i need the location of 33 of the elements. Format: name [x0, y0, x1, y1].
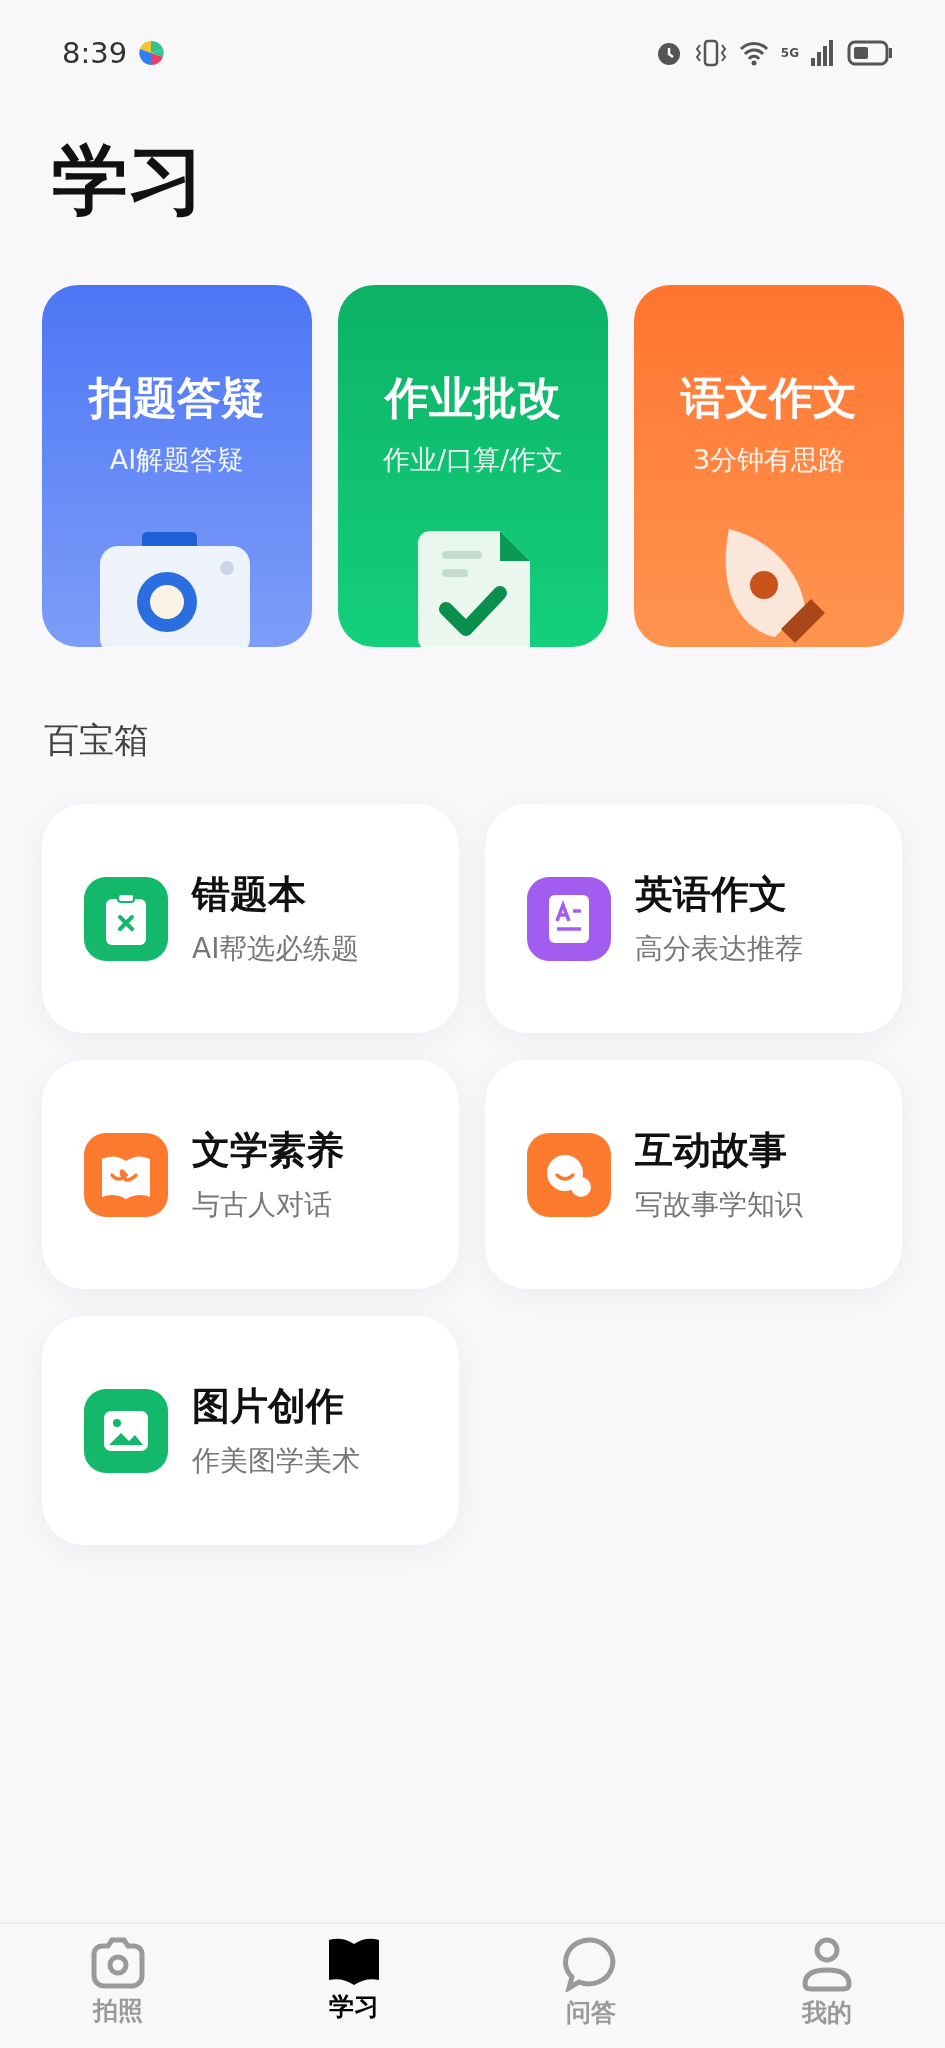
nav-tab[interactable]: 学习	[236, 1924, 473, 2048]
feature-card[interactable]: 拍题答疑 AI解题答疑	[42, 285, 312, 647]
tool-card[interactable]: 错题本 AI帮选必练题	[42, 804, 459, 1033]
tool-title: 错题本	[192, 871, 307, 918]
section-heading: 百宝箱	[44, 719, 150, 762]
feature-subtitle: 作业/口算/作文	[382, 443, 564, 477]
tool-card[interactable]: 图片创作 作美图学美术	[42, 1316, 459, 1545]
network-type: 5G	[780, 45, 799, 60]
tool-subtitle: 写故事学知识	[635, 1187, 803, 1223]
tool-subtitle: 与古人对话	[192, 1187, 333, 1223]
tool-card[interactable]: 互动故事 写故事学知识	[485, 1060, 902, 1289]
tool-title: 英语作文	[635, 871, 788, 918]
feature-title: 语文作文	[681, 371, 857, 425]
vibrate-icon	[694, 38, 727, 67]
feature-subtitle: AI解题答疑	[109, 443, 245, 477]
wifi-icon	[738, 39, 769, 66]
tool-subtitle: AI帮选必练题	[192, 931, 360, 967]
feature-title: 作业批改	[385, 371, 561, 425]
clock-time: 8:39	[62, 35, 128, 70]
tool-title: 互动故事	[635, 1127, 788, 1174]
book-icon	[327, 1936, 382, 1986]
tool-card[interactable]: 文学素养 与古人对话	[42, 1060, 459, 1289]
signal-icon	[811, 39, 835, 66]
tool-subtitle: 高分表达推荐	[635, 931, 803, 967]
battery-icon	[847, 39, 893, 66]
app-logo-icon	[137, 38, 166, 67]
feature-title: 拍题答疑	[89, 371, 265, 425]
tool-title: 文学素养	[192, 1127, 344, 1174]
tool-subtitle: 作美图学美术	[192, 1443, 360, 1479]
feature-subtitle: 3分钟有思路	[692, 443, 846, 477]
tool-title: 图片创作	[192, 1383, 345, 1430]
tool-card[interactable]: 英语作文 高分表达推荐	[485, 804, 902, 1033]
page-title: 学习	[52, 134, 205, 226]
